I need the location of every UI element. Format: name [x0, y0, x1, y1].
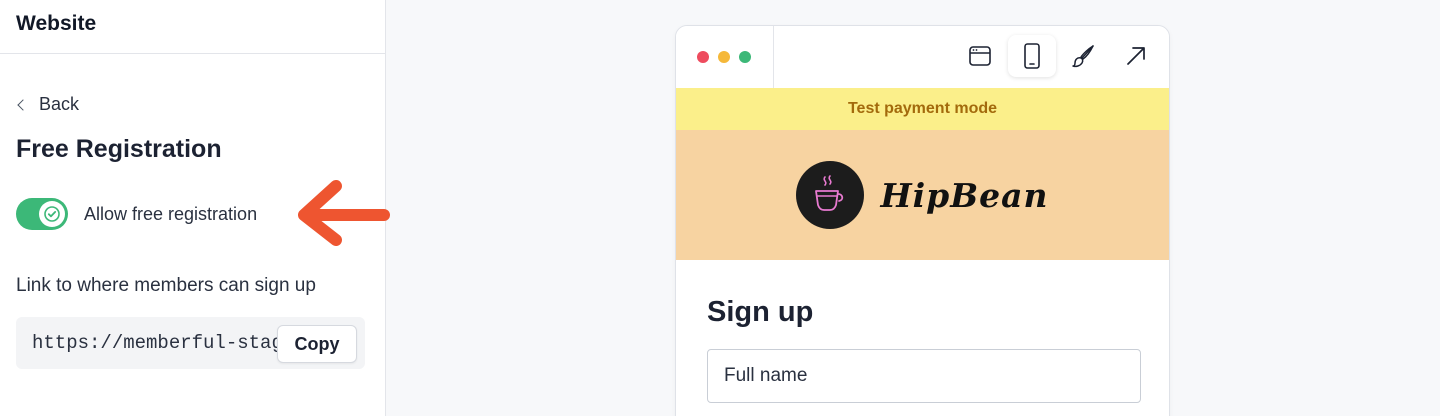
toggle-knob [39, 201, 65, 227]
back-link[interactable]: Back [16, 94, 79, 115]
open-external-button[interactable] [1112, 35, 1160, 77]
window-dots [697, 51, 751, 63]
copy-button[interactable]: Copy [277, 325, 357, 363]
desktop-view-button[interactable] [956, 35, 1004, 77]
signup-link-label: Link to where members can sign up [16, 275, 316, 296]
panel-title: Website [16, 12, 97, 35]
chevron-left-icon [17, 98, 29, 111]
maximize-dot-icon [739, 51, 751, 63]
test-payment-banner: Test payment mode [676, 88, 1169, 130]
signup-url-field[interactable]: https://memberful-staging Copy [16, 317, 365, 369]
toggle-label: Allow free registration [84, 203, 258, 224]
preview-toolbar [956, 35, 1169, 77]
back-label: Back [39, 94, 80, 114]
external-link-arrow-icon [1127, 47, 1145, 65]
browser-window-icon [969, 46, 991, 66]
free-registration-row: Allow free registration [16, 198, 257, 230]
minimize-dot-icon [718, 51, 730, 63]
chrome-divider [773, 26, 774, 88]
brand-logo [796, 161, 865, 229]
paintbrush-icon [1072, 45, 1094, 68]
coffee-cup-icon [815, 175, 844, 211]
preview-chrome [676, 26, 1169, 88]
signup-form: Sign up [676, 260, 1169, 403]
check-icon [44, 206, 60, 222]
section-title: Free Registration [16, 135, 222, 163]
full-name-input[interactable] [707, 349, 1141, 403]
brand-name: HipBean [880, 175, 1049, 215]
customize-style-button[interactable] [1060, 35, 1108, 77]
mobile-preview-window: Test payment mode HipBean Sign up [675, 25, 1170, 416]
annotation-arrow-icon [298, 180, 390, 246]
panel-header: Website [0, 0, 385, 54]
allow-free-registration-toggle[interactable] [16, 198, 68, 230]
form-title: Sign up [707, 296, 814, 328]
mobile-view-button[interactable] [1008, 35, 1056, 77]
brand-header: HipBean [676, 130, 1169, 260]
close-dot-icon [697, 51, 709, 63]
signup-url-text[interactable]: https://memberful-staging [32, 332, 282, 354]
mobile-phone-icon [1024, 43, 1040, 69]
